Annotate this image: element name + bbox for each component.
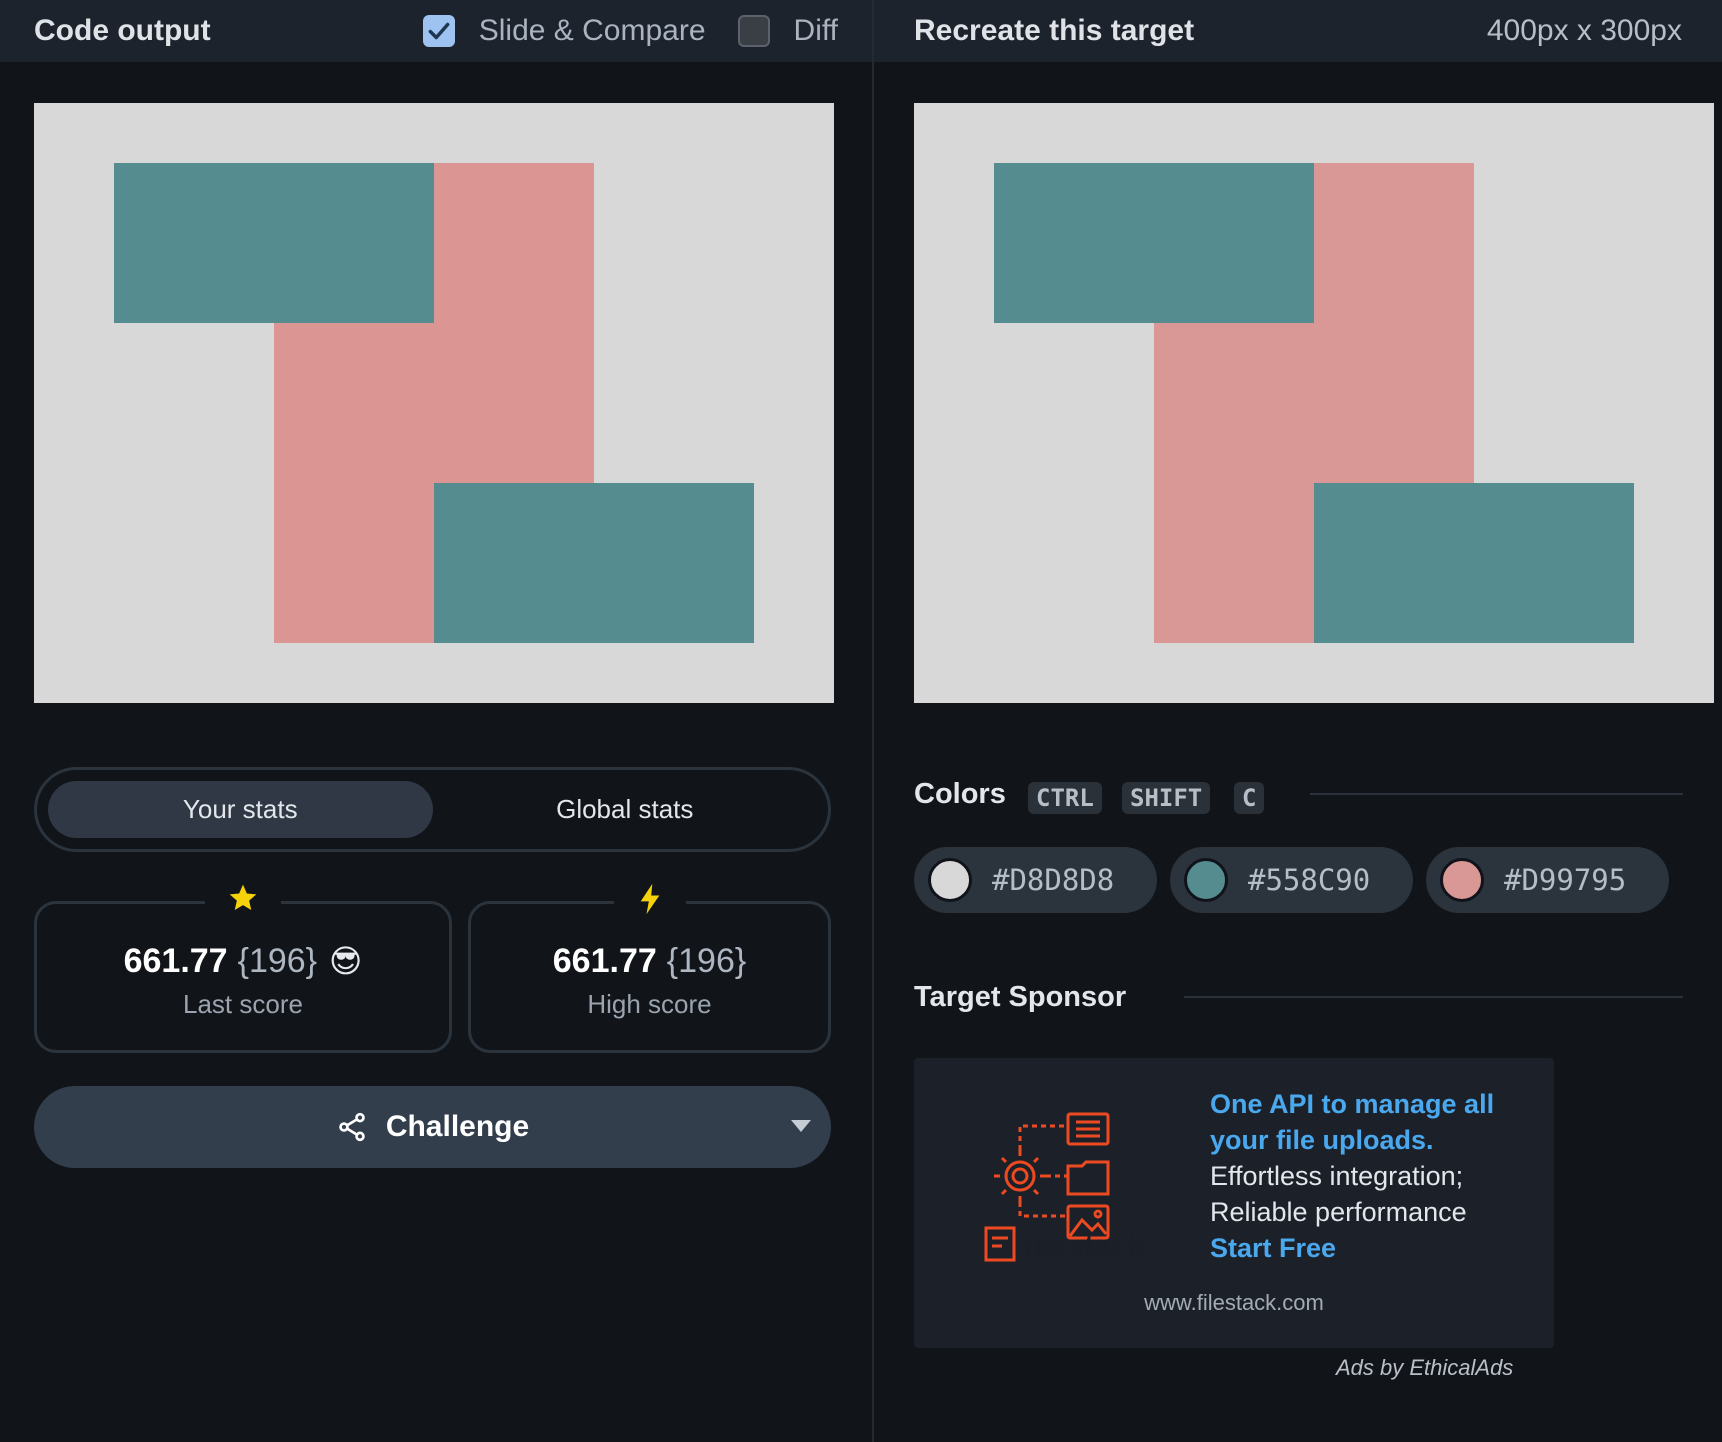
tab-your-stats[interactable]: Your stats — [48, 781, 433, 838]
color-swatch[interactable]: #D99795 — [1426, 847, 1669, 913]
chevron-down-icon[interactable] — [791, 1120, 811, 1132]
kbd-c: C — [1234, 782, 1265, 814]
code-output-canvas[interactable] — [34, 103, 834, 703]
ad-headline[interactable]: One API to manage all your file uploads. — [1210, 1086, 1530, 1158]
target-teal-rect-bottom — [1314, 483, 1634, 643]
ads-by-ethicalads[interactable]: Ads by EthicalAds — [1336, 1355, 1513, 1381]
share-icon — [339, 1112, 365, 1142]
ad-start-free-link[interactable]: Start Free — [1210, 1230, 1530, 1266]
color-dot — [928, 858, 972, 902]
target-pink-rect-bottom — [1154, 323, 1314, 643]
sponsor-ad[interactable]: filestack One API to manage all your fil… — [914, 1058, 1554, 1348]
high-score-value: 661.77 — [552, 942, 657, 980]
kbd-shift: SHIFT — [1122, 782, 1211, 814]
target-canvas — [914, 103, 1714, 703]
target-teal-rect-top — [994, 163, 1314, 323]
colors-divider — [1310, 793, 1683, 795]
target-title: Recreate this target — [914, 14, 1195, 47]
diff-label: Diff — [793, 14, 838, 47]
target-size: 400px x 300px — [1486, 14, 1682, 47]
color-hex: #D8D8D8 — [992, 863, 1115, 897]
code-output-title: Code output — [34, 14, 211, 47]
high-score-count: {196} — [666, 942, 747, 980]
checkmark-icon — [428, 22, 450, 40]
color-hex: #D99795 — [1504, 863, 1627, 897]
color-dot — [1184, 858, 1228, 902]
slide-compare-toggle[interactable]: Slide & Compare — [422, 14, 706, 48]
code-output-header: Code output Slide & Compare Diff — [0, 0, 872, 62]
color-swatch[interactable]: #D8D8D8 — [914, 847, 1157, 913]
output-pink-rect-top — [434, 163, 594, 483]
filestack-logo-text: filestack — [1024, 1230, 1144, 1263]
sunglasses-emoji-icon: 😎 — [329, 943, 363, 979]
output-teal-rect-bottom — [434, 483, 754, 643]
last-score-value: 661.77 — [123, 942, 228, 980]
high-score-card: 661.77 {196} High score — [468, 882, 831, 1053]
slide-compare-checkbox[interactable] — [422, 15, 455, 47]
kbd-ctrl: CTRL — [1028, 782, 1102, 814]
lightning-icon — [613, 882, 686, 925]
ad-url[interactable]: www.filestack.com — [914, 1290, 1554, 1316]
diff-checkbox[interactable] — [737, 15, 770, 47]
ad-body-line1: Effortless integration; — [1210, 1161, 1464, 1191]
color-swatch[interactable]: #558C90 — [1170, 847, 1413, 913]
filestack-logo-icon: filestack — [984, 1112, 1144, 1263]
stats-tabs: Your stats Global stats — [34, 767, 831, 852]
color-hex: #558C90 — [1248, 863, 1371, 897]
slide-compare-label: Slide & Compare — [478, 14, 706, 47]
challenge-button[interactable]: Challenge — [34, 1086, 831, 1168]
column-divider — [872, 0, 874, 1442]
diff-toggle[interactable]: Diff — [737, 14, 838, 48]
sponsor-title: Target Sponsor — [914, 981, 1127, 1013]
target-pink-rect-top — [1314, 163, 1474, 483]
ad-body-line2: Reliable performance — [1210, 1197, 1467, 1227]
last-score-label: Last score — [183, 989, 303, 1019]
tab-global-stats[interactable]: Global stats — [433, 781, 818, 838]
colors-title: Colors — [914, 778, 1006, 810]
output-teal-rect-top — [114, 163, 434, 323]
last-score-count: {196} — [237, 942, 318, 980]
target-header: Recreate this target 400px x 300px — [874, 0, 1722, 62]
star-icon — [205, 882, 281, 923]
sponsor-divider — [1184, 996, 1683, 998]
last-score-card: 661.77 {196} 😎 Last score — [34, 882, 452, 1053]
color-dot — [1440, 858, 1484, 902]
challenge-label: Challenge — [385, 1110, 530, 1143]
output-pink-rect-bottom — [274, 323, 434, 643]
high-score-label: High score — [587, 989, 712, 1019]
